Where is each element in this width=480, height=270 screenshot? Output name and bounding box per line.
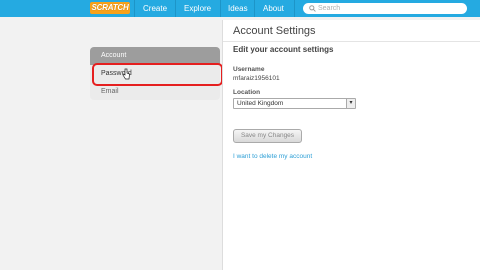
nav-about[interactable]: About xyxy=(263,0,284,17)
top-navigation-bar: SCRATCH Create Explore Ideas About Searc… xyxy=(0,0,480,17)
nav-divider xyxy=(134,0,135,17)
search-input[interactable]: Search xyxy=(303,3,467,14)
account-settings-panel: Account Settings Edit your account setti… xyxy=(222,20,480,270)
nav-divider xyxy=(254,0,255,17)
account-settings-menu: Account Password Email xyxy=(90,47,220,100)
search-placeholder: Search xyxy=(318,5,341,12)
title-divider xyxy=(223,41,480,42)
location-select[interactable]: United Kingdom ▾ xyxy=(233,98,356,109)
nav-divider xyxy=(220,0,221,17)
location-label: Location xyxy=(233,89,261,96)
delete-account-link[interactable]: I want to delete my account xyxy=(233,153,312,160)
nav-divider xyxy=(175,0,176,17)
nav-explore[interactable]: Explore xyxy=(184,0,211,17)
section-heading: Edit your account settings xyxy=(233,45,334,54)
nav-create[interactable]: Create xyxy=(143,0,167,17)
scratch-logo[interactable]: SCRATCH xyxy=(90,2,130,14)
hand-cursor-icon xyxy=(122,68,130,80)
chevron-down-icon[interactable]: ▾ xyxy=(346,99,355,108)
sidebar-item-password[interactable]: Password xyxy=(90,65,220,83)
sidebar-item-email[interactable]: Email xyxy=(90,83,220,101)
save-changes-button[interactable]: Save my Changes xyxy=(233,129,302,143)
sidebar-item-account[interactable]: Account xyxy=(90,47,220,65)
username-label: Username xyxy=(233,66,265,73)
search-icon xyxy=(309,5,316,12)
page-title: Account Settings xyxy=(233,25,316,37)
nav-divider xyxy=(294,0,295,17)
username-value: mfaraiz1956101 xyxy=(233,75,280,82)
nav-ideas[interactable]: Ideas xyxy=(228,0,248,17)
location-selected-value: United Kingdom xyxy=(237,100,284,107)
